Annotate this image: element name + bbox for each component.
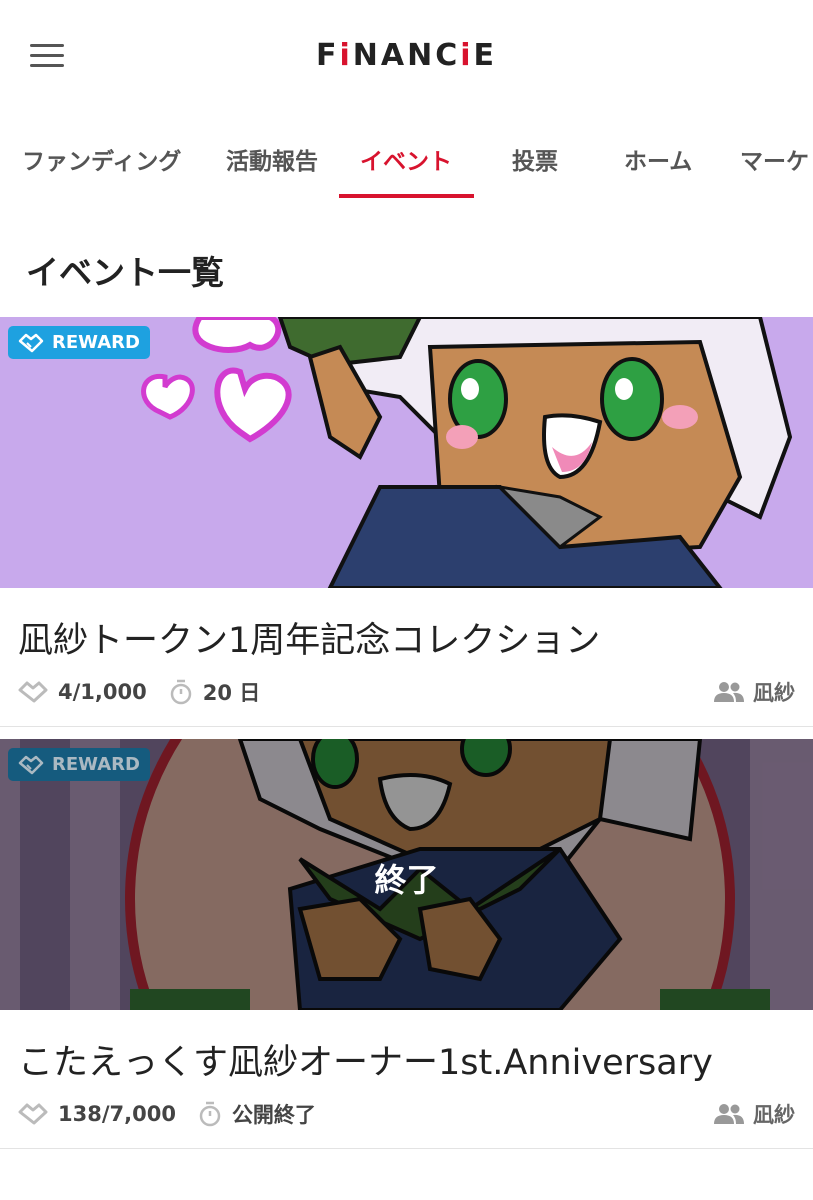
- owner-name: 凪紗: [753, 681, 795, 705]
- event-owner[interactable]: 凪紗: [713, 1099, 795, 1129]
- event-meta: 138/7,000 公開終了: [18, 1099, 316, 1129]
- time-remaining: 20 日: [202, 681, 261, 705]
- tab-funding[interactable]: ファンディング: [22, 142, 181, 176]
- owner-name: 凪紗: [753, 1103, 795, 1127]
- event-card[interactable]: REWARD 凪紗トークン1周年記念コレクション 4/1,000 20 日 凪紗: [0, 317, 813, 727]
- financie-logo[interactable]: FiNANCiE: [0, 38, 813, 73]
- participant-count: 4/1,000: [58, 680, 147, 704]
- active-tab-indicator: [339, 194, 474, 198]
- participant-count: 138/7,000: [58, 1102, 176, 1126]
- handshake-icon: [18, 1103, 48, 1125]
- event-meta: 4/1,000 20 日: [18, 677, 260, 707]
- timer-icon: [198, 1101, 222, 1127]
- tab-market[interactable]: マーケ: [740, 142, 809, 176]
- group-icon: [713, 681, 745, 703]
- handshake-icon: [18, 755, 44, 774]
- ended-label: 終了: [374, 861, 439, 899]
- tab-vote[interactable]: 投票: [512, 142, 558, 176]
- handshake-icon: [18, 333, 44, 352]
- card-divider: [0, 1148, 813, 1149]
- event-owner[interactable]: 凪紗: [713, 677, 795, 707]
- event-banner-image[interactable]: REWARD 終了: [0, 739, 813, 1010]
- reward-badge: REWARD: [8, 326, 150, 359]
- card-divider: [0, 726, 813, 727]
- event-title[interactable]: こたえっくす凪紗オーナー1st.Anniversary: [18, 1034, 713, 1085]
- group-icon: [713, 1103, 745, 1125]
- timer-icon: [169, 679, 193, 705]
- page-title: イベント一覧: [26, 253, 224, 292]
- event-card[interactable]: REWARD 終了 こたえっくす凪紗オーナー1st.Anniversary 13…: [0, 739, 813, 1149]
- event-banner-image[interactable]: REWARD: [0, 317, 813, 588]
- tab-activity-report[interactable]: 活動報告: [226, 142, 318, 176]
- category-tabs: ファンディング 活動報告 イベント 投票 ホーム マーケ: [0, 118, 813, 200]
- tab-event[interactable]: イベント: [360, 142, 452, 176]
- badge-label: REWARD: [52, 754, 140, 775]
- handshake-icon: [18, 681, 48, 703]
- event-title[interactable]: 凪紗トークン1周年記念コレクション: [18, 612, 600, 663]
- app-header: FiNANCiE: [0, 0, 813, 112]
- badge-label: REWARD: [52, 332, 140, 353]
- time-remaining: 公開終了: [231, 1103, 316, 1127]
- reward-badge: REWARD: [8, 748, 150, 781]
- tab-home[interactable]: ホーム: [624, 142, 692, 176]
